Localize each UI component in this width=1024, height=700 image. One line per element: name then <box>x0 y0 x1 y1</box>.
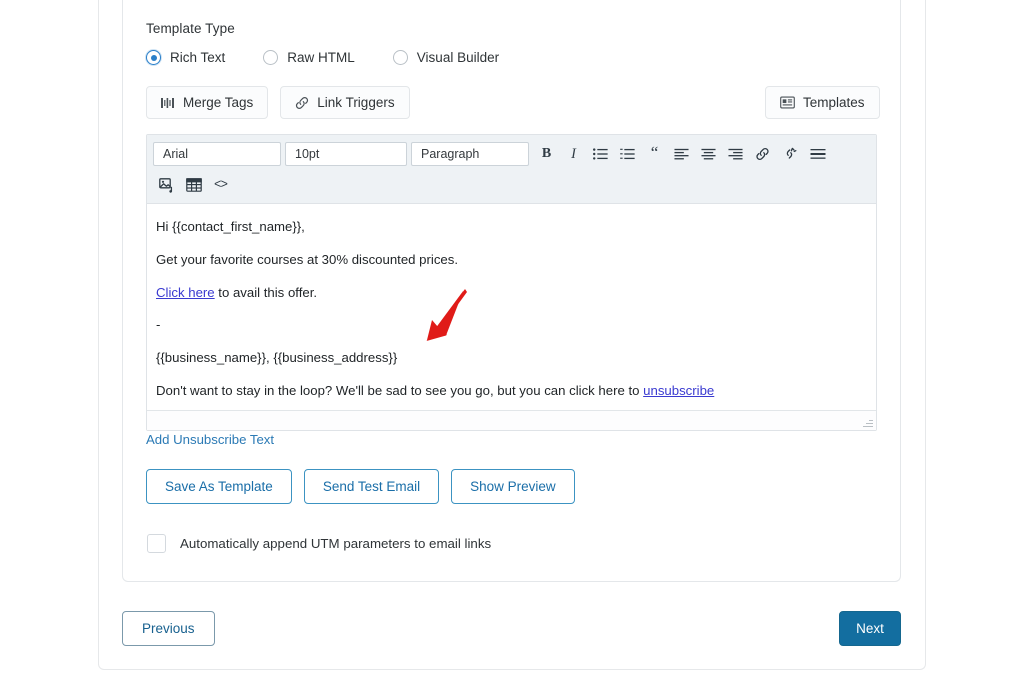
align-right-icon[interactable] <box>722 141 749 167</box>
merge-tags-button[interactable]: Merge Tags <box>146 86 269 119</box>
radio-mark-icon <box>263 50 279 65</box>
editor-toolbar-row-1: Arial 10pt Paragraph B I “ <box>153 140 870 168</box>
template-actions-row: Merge Tags Link Triggers <box>146 86 422 119</box>
align-left-icon[interactable] <box>668 141 695 167</box>
templates-button[interactable]: Templates <box>765 86 880 119</box>
save-as-template-button[interactable]: Save As Template <box>146 469 292 504</box>
bullet-list-icon[interactable] <box>587 141 614 167</box>
radio-mark-icon <box>392 50 408 65</box>
utm-checkbox-label: Automatically append UTM parameters to e… <box>180 536 492 551</box>
previous-button[interactable]: Previous <box>122 611 215 646</box>
radio-label-rich-text: Rich Text <box>170 50 226 65</box>
numbered-list-icon[interactable] <box>614 141 641 167</box>
radio-label-visual-builder: Visual Builder <box>416 50 500 65</box>
radio-label-raw-html: Raw HTML <box>287 50 355 65</box>
insert-link-icon[interactable] <box>749 141 776 167</box>
email-body-editable[interactable]: Hi {{contact_first_name}}, Get your favo… <box>147 204 876 410</box>
body-offer: Get your favorite courses at 30% discoun… <box>156 251 458 267</box>
rich-text-editor: Arial 10pt Paragraph B I “ <> Hi {{conta… <box>146 134 877 431</box>
radio-option-visual-builder[interactable]: Visual Builder <box>392 50 500 65</box>
body-cta-line: Click here to avail this offer. <box>156 284 867 302</box>
radio-option-rich-text[interactable]: Rich Text <box>146 50 225 65</box>
source-code-chevron-down-icon[interactable] <box>234 172 248 198</box>
template-type-radio-group: Rich Text Raw HTML Visual Builder <box>146 50 537 65</box>
body-divider: - <box>156 317 161 333</box>
font-size-value: 10pt <box>295 147 320 161</box>
body-greeting: Hi {{contact_first_name}}, <box>156 219 305 234</box>
editor-toolbar-row-2: <> <box>153 171 870 199</box>
cta-link[interactable]: Click here <box>156 285 215 300</box>
remove-link-icon[interactable] <box>776 141 803 167</box>
editor-toolbar: Arial 10pt Paragraph B I “ <> <box>147 135 876 204</box>
body-signature: {{business_name}}, {{business_address}} <box>156 350 398 366</box>
unsubscribe-prefix-text: Don't want to stay in the loop? We'll be… <box>156 383 644 399</box>
block-format-value: Paragraph <box>421 147 480 161</box>
template-type-label: Template Type <box>146 21 235 36</box>
insert-image-icon[interactable] <box>153 172 180 198</box>
utm-checkbox[interactable] <box>147 534 166 553</box>
font-family-select[interactable]: Arial <box>153 142 281 166</box>
link-triggers-button[interactable]: Link Triggers <box>280 86 410 119</box>
font-family-value: Arial <box>163 147 189 161</box>
italic-icon[interactable]: I <box>560 141 587 167</box>
templates-button-wrap: Templates <box>765 86 880 119</box>
cta-rest-text: to avail this offer. <box>214 284 318 300</box>
editor-resize-handle[interactable] <box>862 417 873 428</box>
utm-checkbox-row[interactable]: Automatically append UTM parameters to e… <box>147 534 491 553</box>
templates-label: Templates <box>803 95 865 110</box>
bold-icon[interactable]: B <box>533 141 560 167</box>
blockquote-icon[interactable]: “ <box>641 141 668 167</box>
source-code-icon[interactable]: <> <box>207 172 234 198</box>
link-triggers-label: Link Triggers <box>317 95 395 110</box>
send-test-email-button[interactable]: Send Test Email <box>303 469 440 504</box>
block-format-select[interactable]: Paragraph <box>411 142 529 166</box>
link-icon <box>295 96 309 110</box>
radio-mark-icon <box>146 50 161 65</box>
add-unsubscribe-text-link[interactable]: Add Unsubscribe Text <box>146 432 274 447</box>
merge-tags-icon <box>161 97 175 109</box>
next-button[interactable]: Next <box>839 611 901 646</box>
templates-icon <box>780 96 795 109</box>
editor-action-buttons: Save As Template Send Test Email Show Pr… <box>146 469 587 504</box>
merge-tags-label: Merge Tags <box>183 95 254 110</box>
body-unsubscribe-line: Don't want to stay in the loop? We'll be… <box>156 382 867 400</box>
radio-option-raw-html[interactable]: Raw HTML <box>263 50 355 65</box>
editor-status-bar <box>147 409 876 430</box>
align-center-icon[interactable] <box>695 141 722 167</box>
insert-table-icon[interactable] <box>180 172 207 198</box>
font-size-select[interactable]: 10pt <box>285 142 407 166</box>
horizontal-rule-icon[interactable] <box>803 141 833 167</box>
unsubscribe-link[interactable]: unsubscribe <box>643 383 714 398</box>
show-preview-button[interactable]: Show Preview <box>451 469 575 504</box>
